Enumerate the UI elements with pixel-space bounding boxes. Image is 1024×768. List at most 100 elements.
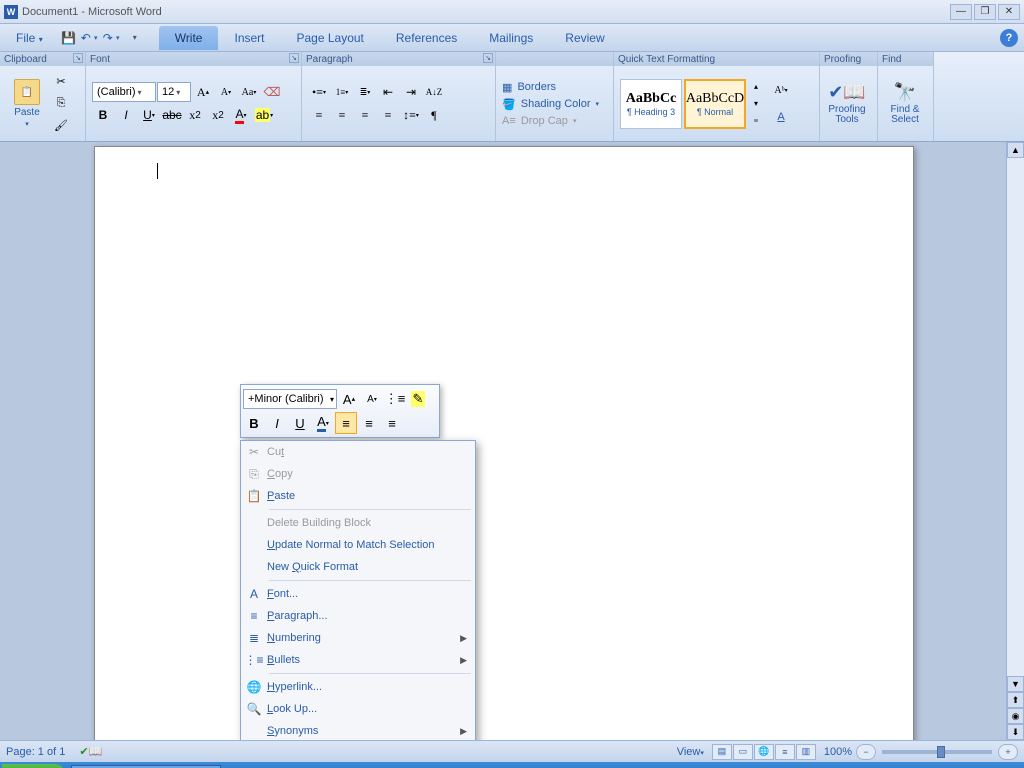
zoom-slider[interactable] [882,750,992,754]
style-normal[interactable]: AaBbCcD ¶ Normal [684,79,746,129]
proofing-tools-button[interactable]: ✔📖 Proofing Tools [826,71,868,137]
mini-bullets-icon[interactable]: ⋮≡ [384,388,406,410]
tab-insert[interactable]: Insert [218,26,280,50]
full-screen-view-icon[interactable]: ▭ [733,744,753,760]
font-name-combo[interactable]: (Calibri)▾ [92,82,156,102]
tab-references[interactable]: References [380,26,473,50]
document-page[interactable] [94,146,914,740]
print-layout-view-icon[interactable]: ▤ [712,744,732,760]
undo-icon[interactable]: ↶▾ [81,28,101,48]
clear-formatting-icon[interactable]: ⌫ [261,82,283,102]
mini-grow-font-icon[interactable]: A▴ [338,388,360,410]
context-menu-item-update-normal-to-match-selection[interactable]: Update Normal to Match Selection [241,534,475,556]
mini-font-color-button[interactable]: A▾ [312,412,334,434]
styles-row-down-icon[interactable]: ▾ [748,96,764,112]
align-right-button[interactable]: ≡ [354,105,376,125]
show-marks-button[interactable]: ¶ [423,105,445,125]
mini-align-left-button[interactable]: ≡ [335,412,357,434]
styles-expand-icon[interactable]: ≡ [748,113,764,129]
mini-italic-button[interactable]: I [266,412,288,434]
styles-row-up-icon[interactable]: ▴ [748,79,764,95]
bold-button[interactable]: B [92,105,114,125]
zoom-in-button[interactable]: + [998,744,1018,760]
zoom-thumb[interactable] [937,746,945,758]
redo-icon[interactable]: ↷▾ [103,28,123,48]
context-menu-item-bullets[interactable]: ⋮≡Bullets▶ [241,649,475,671]
change-styles-button[interactable]: Aᵇ▾ [770,81,792,101]
mini-underline-button[interactable]: U [289,412,311,434]
grow-font-icon[interactable]: A▴ [192,82,214,102]
mini-align-right-button[interactable]: ≡ [381,412,403,434]
close-button[interactable]: ✕ [998,4,1020,20]
font-launcher-icon[interactable]: ↘ [289,53,299,63]
mini-align-center-button[interactable]: ≡ [358,412,380,434]
outline-view-icon[interactable]: ≡ [775,744,795,760]
spell-check-icon[interactable]: ✔📖 [79,745,102,758]
cut-icon[interactable]: ✂ [50,72,72,92]
paste-button[interactable]: 📋 Paste ▾ [6,71,48,137]
save-icon[interactable]: 💾 [59,28,79,48]
mini-font-combo[interactable]: +Minor (Calibri)▾ [243,389,337,409]
multilevel-list-button[interactable]: ≣▾ [354,82,376,102]
browse-object-icon[interactable]: ◉ [1007,708,1024,724]
previous-page-icon[interactable]: ⬆ [1007,692,1024,708]
next-page-icon[interactable]: ⬇ [1007,724,1024,740]
mini-shrink-font-icon[interactable]: A▾ [361,388,383,410]
context-menu-item-synonyms[interactable]: Synonyms▶ [241,720,475,740]
qat-customize-icon[interactable]: ▾ [125,28,145,48]
tab-review[interactable]: Review [549,26,620,50]
context-menu-item-paste[interactable]: 📋Paste [241,485,475,507]
format-painter-icon[interactable]: 🖌 [50,116,72,136]
bullets-button[interactable]: •≡▾ [308,82,330,102]
borders-button[interactable]: ▦ Borders [502,81,599,94]
font-size-combo[interactable]: 12▾ [157,82,191,102]
help-icon[interactable]: ? [1000,29,1018,47]
align-center-button[interactable]: ≡ [331,105,353,125]
scroll-down-icon[interactable]: ▼ [1007,676,1024,692]
shading-color-button[interactable]: 🪣 Shading Color ▾ [502,98,599,111]
context-menu-item-paragraph[interactable]: ≡Paragraph... [241,605,475,627]
font-color-button[interactable]: A▾ [230,105,252,125]
web-layout-view-icon[interactable]: 🌐 [754,744,774,760]
mini-bold-button[interactable]: B [243,412,265,434]
draft-view-icon[interactable]: ▥ [796,744,816,760]
line-spacing-button[interactable]: ↕≡▾ [400,105,422,125]
tab-page-layout[interactable]: Page Layout [281,26,380,50]
align-left-button[interactable]: ≡ [308,105,330,125]
paragraph-launcher-icon[interactable]: ↘ [483,53,493,63]
style-inspector-icon[interactable]: A [770,107,792,127]
style-heading-3[interactable]: AaBbCc ¶ Heading 3 [620,79,682,129]
context-menu-item-new-quick-format[interactable]: New Quick Format [241,556,475,578]
italic-button[interactable]: I [115,105,137,125]
scroll-up-icon[interactable]: ▲ [1007,142,1024,158]
change-case-icon[interactable]: Aa▾ [238,82,260,102]
strikethrough-button[interactable]: abc [161,105,183,125]
tab-mailings[interactable]: Mailings [473,26,549,50]
vertical-scrollbar[interactable]: ▲ ▼ ⬆ ◉ ⬇ [1006,142,1024,740]
zoom-level[interactable]: 100% [824,746,852,758]
context-menu-item-look-up[interactable]: 🔍Look Up... [241,698,475,720]
find-select-button[interactable]: 🔭 Find & Select [884,71,926,137]
restore-button[interactable]: ❐ [974,4,996,20]
context-menu-item-font[interactable]: AFont... [241,583,475,605]
sort-button[interactable]: A↓Z [423,82,445,102]
context-menu-item-numbering[interactable]: ≣Numbering▶ [241,627,475,649]
justify-button[interactable]: ≡ [377,105,399,125]
increase-indent-button[interactable]: ⇥ [400,82,422,102]
file-menu[interactable]: File ▾ [6,28,53,48]
decrease-indent-button[interactable]: ⇤ [377,82,399,102]
highlight-button[interactable]: ab▾ [253,105,275,125]
copy-icon[interactable]: ⎘ [50,94,72,114]
numbering-button[interactable]: 1≡▾ [331,82,353,102]
clipboard-launcher-icon[interactable]: ↘ [73,53,83,63]
context-menu-item-hyperlink[interactable]: 🌐Hyperlink... [241,676,475,698]
zoom-out-button[interactable]: − [856,744,876,760]
mini-highlight-icon[interactable]: ✎ [407,388,429,410]
subscript-button[interactable]: x2 [184,105,206,125]
start-button[interactable]: Start [2,764,65,768]
page-indicator[interactable]: Page: 1 of 1 [6,746,65,758]
shrink-font-icon[interactable]: A▾ [215,82,237,102]
minimize-button[interactable]: — [950,4,972,20]
underline-button[interactable]: U▾ [138,105,160,125]
drop-cap-button[interactable]: A≡ Drop Cap ▾ [502,115,599,127]
